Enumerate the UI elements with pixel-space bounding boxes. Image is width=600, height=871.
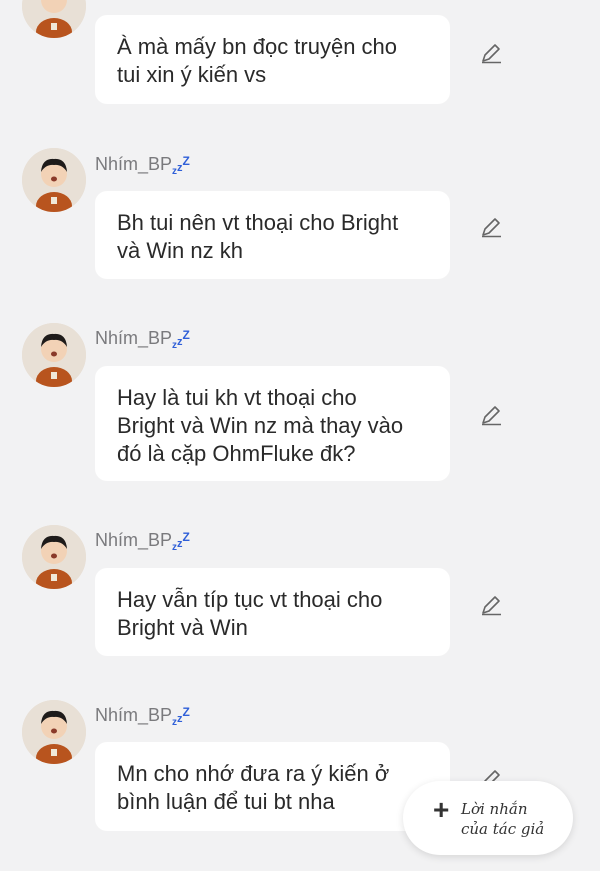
- username-text: Nhím_BP: [95, 154, 173, 174]
- message-line: Bright và Win nz mà thay vào: [117, 413, 404, 438]
- plus-icon: +: [433, 794, 450, 825]
- author-note-line: của tác giả: [461, 820, 545, 838]
- pencil-icon[interactable]: [478, 402, 504, 428]
- author-note-button[interactable]: + Lời nhắn của tác giả: [403, 781, 573, 855]
- pencil-icon[interactable]: [478, 40, 504, 66]
- message-line: tui xin ý kiến vs: [117, 62, 267, 87]
- sleep-badge: Z: [182, 530, 190, 544]
- message-bubble: À mà mấy bn đọc truyện cho tui xin ý kiế…: [95, 15, 450, 104]
- message-line: Hay vẫn típ tục vt thoại cho: [117, 587, 383, 612]
- pencil-icon[interactable]: [478, 592, 504, 618]
- message-line: đó là cặp OhmFluke đk?: [117, 441, 356, 466]
- username-text: Nhím_BP: [95, 530, 173, 550]
- message-bubble: Mn cho nhớ đưa ra ý kiến ở bình luận để …: [95, 742, 450, 831]
- sleep-badge: Z: [182, 705, 190, 719]
- username[interactable]: Nhím_BPzzZ: [95, 530, 190, 553]
- avatar[interactable]: [22, 323, 86, 387]
- avatar[interactable]: [22, 0, 86, 38]
- author-note-line: Lời nhắn: [461, 800, 528, 818]
- avatar[interactable]: [22, 700, 86, 764]
- message-line: và Win nz kh: [117, 238, 243, 263]
- avatar[interactable]: [22, 148, 86, 212]
- username-text: Nhím_BP: [95, 705, 173, 725]
- message-line: Mn cho nhớ đưa ra ý kiến ở: [117, 761, 390, 786]
- message-bubble: Bh tui nên vt thoại cho Bright và Win nz…: [95, 191, 450, 279]
- message-line: bình luận để tui bt nha: [117, 789, 335, 814]
- author-note-label: Lời nhắn của tác giả: [461, 799, 544, 839]
- message-bubble: Hay vẫn típ tục vt thoại cho Bright và W…: [95, 568, 450, 656]
- message-bubble: Hay là tui kh vt thoại cho Bright và Win…: [95, 366, 450, 481]
- sleep-badge: Z: [182, 154, 190, 168]
- sleep-badge: Z: [182, 328, 190, 342]
- avatar[interactable]: [22, 525, 86, 589]
- username[interactable]: Nhím_BPzzZ: [95, 328, 190, 351]
- message-line: À mà mấy bn đọc truyện cho: [117, 34, 398, 59]
- message-line: Hay là tui kh vt thoại cho: [117, 385, 357, 410]
- username[interactable]: Nhím_BPzzZ: [95, 705, 190, 728]
- message-line: Bh tui nên vt thoại cho Bright: [117, 210, 399, 235]
- message-line: Bright và Win: [117, 615, 248, 640]
- pencil-icon[interactable]: [478, 214, 504, 240]
- username-text: Nhím_BP: [95, 328, 173, 348]
- username[interactable]: Nhím_BPzzZ: [95, 154, 190, 177]
